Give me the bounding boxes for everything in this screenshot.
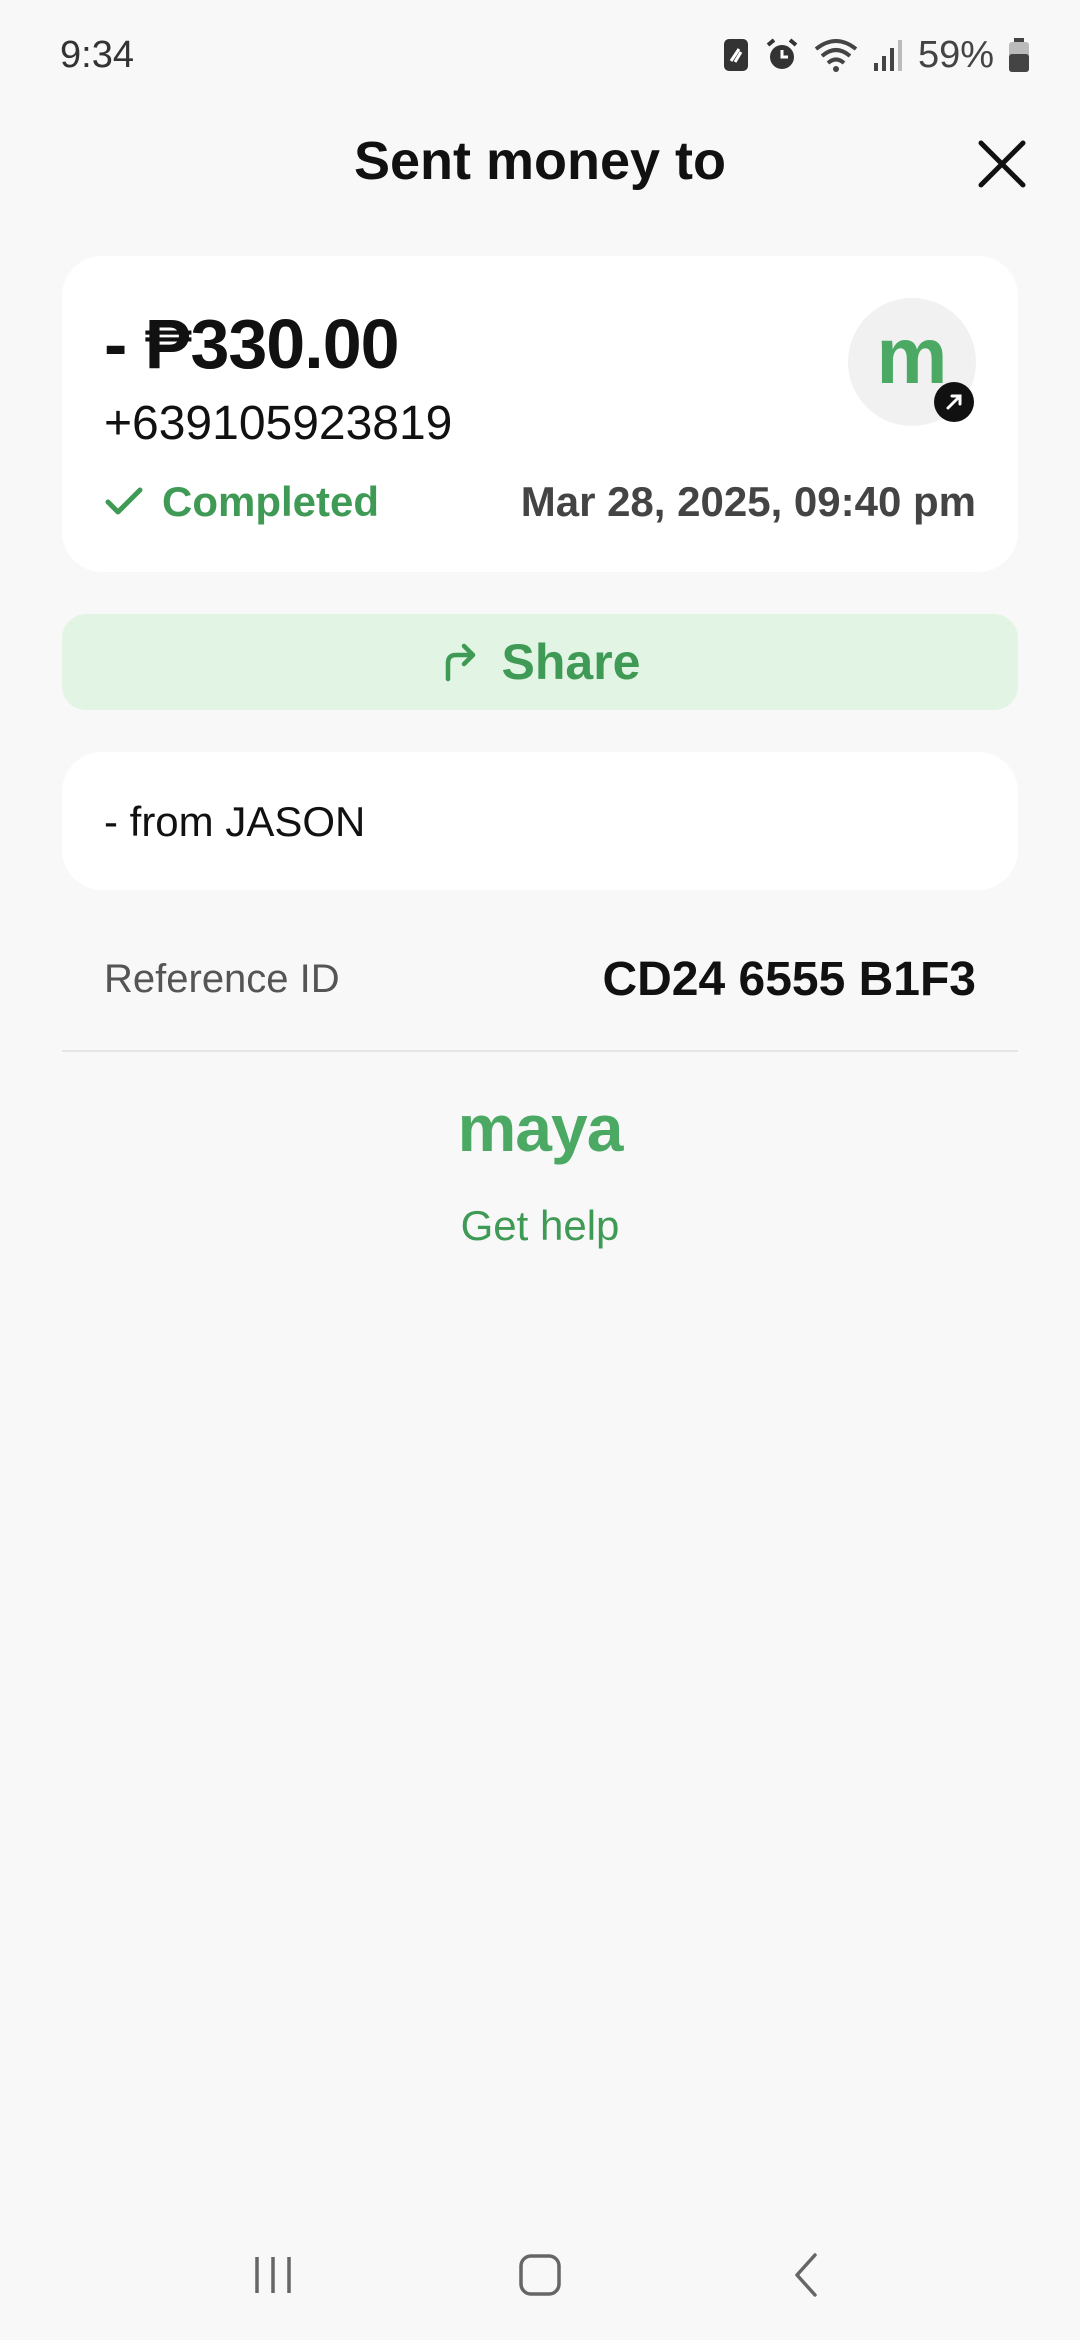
status-row: Completed Mar 28, 2025, 09:40 pm xyxy=(104,478,976,526)
transaction-date: Mar 28, 2025, 09:40 pm xyxy=(520,478,976,525)
share-button[interactable]: Share xyxy=(62,614,1018,710)
back-button[interactable] xyxy=(762,2230,852,2320)
divider xyxy=(62,1050,1018,1052)
reference-row: Reference ID CD24 6555 B1F3 xyxy=(104,944,976,1014)
get-help-link[interactable]: Get help xyxy=(0,1202,1080,1250)
reference-value[interactable]: CD24 6555 B1F3 xyxy=(602,952,976,1007)
amount: - ₱330.00 xyxy=(104,305,400,383)
close-button[interactable] xyxy=(972,134,1032,194)
battery-text: 59% xyxy=(917,33,994,76)
status-text: Completed xyxy=(162,478,380,525)
battery-icon xyxy=(1008,37,1030,73)
recipient-avatar[interactable]: m xyxy=(848,298,976,426)
reference-label: Reference ID xyxy=(104,956,340,1001)
signal-icon xyxy=(872,37,904,73)
maya-logo: maya xyxy=(457,1091,624,1165)
external-link-icon xyxy=(934,382,974,422)
alarm-icon xyxy=(764,37,800,73)
transaction-summary-card: - ₱330.00 +639105923819 m Completed Mar … xyxy=(62,256,1018,572)
status-badge: Completed xyxy=(104,478,379,526)
close-icon xyxy=(978,140,1026,188)
status-bar: 9:34 59% xyxy=(0,0,1080,110)
recent-apps-icon xyxy=(255,2257,292,2293)
message-text: - from JASON xyxy=(104,798,366,845)
back-icon xyxy=(794,2253,817,2297)
page-title: Sent money to xyxy=(353,131,727,191)
status-icons: 59% xyxy=(722,34,1030,77)
share-icon xyxy=(445,643,475,682)
system-nav-bar xyxy=(0,2210,1080,2340)
avatar-letter: m xyxy=(876,311,948,400)
message-card: - from JASON xyxy=(62,752,1018,890)
check-icon xyxy=(105,487,143,515)
recent-apps-button[interactable] xyxy=(228,2230,318,2320)
nfc-icon xyxy=(722,37,750,73)
status-time: 9:34 xyxy=(60,33,134,76)
screen: 9:34 59% Sent money to - ₱330.00 +639105… xyxy=(0,0,1080,2340)
header: Sent money to xyxy=(0,120,1080,210)
share-label: Share xyxy=(501,634,641,690)
home-button[interactable] xyxy=(495,2230,585,2320)
home-icon xyxy=(519,2254,561,2296)
recipient-number: +639105923819 xyxy=(104,397,453,450)
wifi-icon xyxy=(814,37,858,73)
